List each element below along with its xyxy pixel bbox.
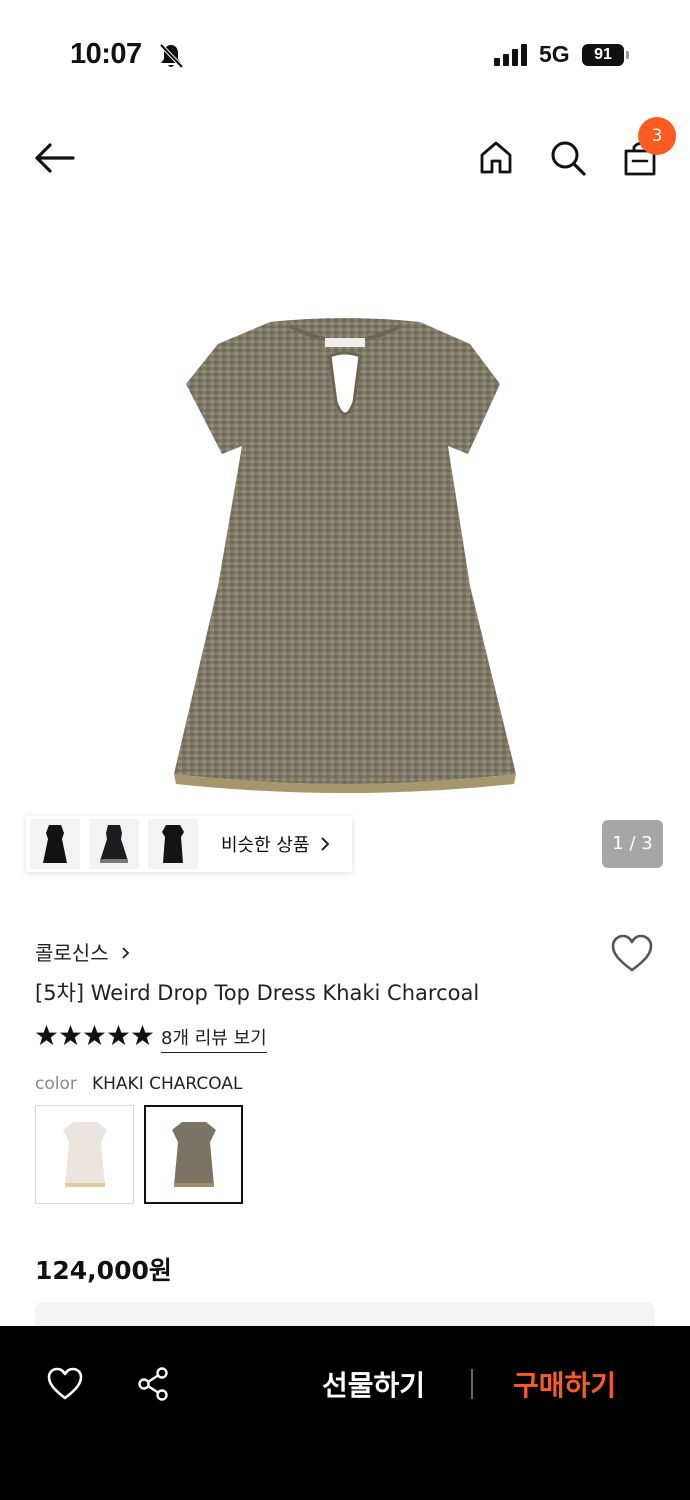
similar-thumb[interactable] [148, 819, 198, 869]
rating-stars [35, 1024, 154, 1047]
star-icon [131, 1024, 154, 1046]
cart-count-badge: 3 [638, 117, 676, 155]
image-page-indicator: 1 / 3 [602, 820, 663, 868]
star-icon [35, 1024, 58, 1046]
brand-name: 콜로신스 [35, 941, 109, 965]
color-swatch-ivory[interactable] [35, 1105, 134, 1204]
color-value: KHAKI CHARCOAL [92, 1074, 243, 1094]
product-price: 124,000원 [35, 1256, 172, 1285]
dress-thumbnail [43, 825, 67, 863]
brand-link[interactable]: 콜로신스 [35, 937, 130, 966]
back-arrow-icon[interactable] [33, 141, 77, 175]
similar-thumb[interactable] [89, 819, 139, 869]
home-icon[interactable] [478, 139, 514, 175]
similar-thumb[interactable] [30, 819, 80, 869]
review-link[interactable]: 8개 리뷰 보기 [161, 1024, 267, 1053]
heart-icon[interactable] [46, 1367, 84, 1401]
product-image[interactable] [170, 316, 520, 796]
status-time: 10:07 [70, 38, 142, 70]
dress-thumbnail [62, 1121, 107, 1187]
share-icon[interactable] [136, 1366, 172, 1402]
signal-icon [494, 44, 527, 66]
button-divider [471, 1369, 473, 1399]
bottom-action-bar [0, 1326, 690, 1500]
gift-button[interactable]: 선물하기 [322, 1364, 425, 1404]
star-icon [83, 1024, 106, 1046]
dress-thumbnail [171, 1121, 216, 1187]
star-icon [59, 1024, 82, 1046]
dress-thumbnail [100, 825, 128, 863]
bell-slash-icon [159, 43, 184, 69]
similar-products-button[interactable]: 비슷한 상품 [26, 816, 352, 872]
chevron-right-icon [122, 947, 130, 959]
color-swatch-khaki-charcoal[interactable] [144, 1105, 243, 1204]
star-icon [107, 1024, 130, 1046]
chevron-right-icon [320, 837, 329, 851]
similar-products-label: 비슷한 상품 [221, 835, 310, 856]
color-label: color [35, 1074, 77, 1094]
buy-button[interactable]: 구매하기 [513, 1364, 616, 1404]
heart-icon[interactable] [610, 934, 654, 974]
battery-indicator: 91 [582, 44, 624, 66]
dress-thumbnail [162, 825, 184, 863]
battery-tip [626, 51, 629, 59]
network-type: 5G [539, 41, 570, 67]
search-icon[interactable] [549, 139, 587, 177]
product-title: [5차] Weird Drop Top Dress Khaki Charcoal [35, 981, 480, 1005]
